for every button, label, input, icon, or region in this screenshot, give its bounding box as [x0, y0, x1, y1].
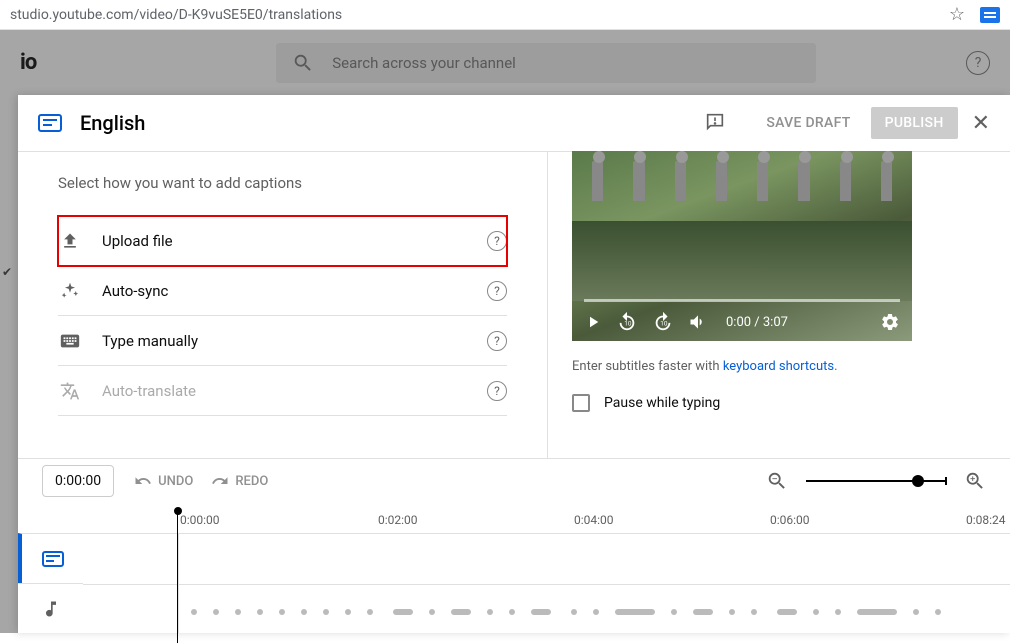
svg-text:10: 10 [624, 320, 632, 328]
dialog-header: English SAVE DRAFT PUBLISH ✕ [18, 95, 1010, 152]
auto-sync-icon [58, 281, 82, 301]
captions-track-icon[interactable] [18, 533, 83, 583]
playhead[interactable] [177, 509, 178, 643]
close-icon[interactable]: ✕ [972, 111, 990, 136]
zoom-controls [766, 470, 986, 492]
help-icon[interactable]: ? [487, 381, 507, 401]
track-area[interactable] [83, 533, 1010, 633]
current-time-input[interactable]: 0:00:00 [42, 465, 114, 497]
help-icon[interactable]: ? [487, 231, 507, 251]
dialog-title: English [80, 111, 145, 135]
save-draft-button[interactable]: SAVE DRAFT [752, 107, 864, 139]
settings-gear-icon[interactable] [880, 312, 900, 332]
dialog-body: Select how you want to add captions Uplo… [18, 152, 1010, 458]
bookmark-star-icon[interactable]: ☆ [949, 4, 965, 25]
timeline-tracks [18, 533, 1010, 633]
redo-button[interactable]: REDO [211, 472, 268, 490]
options-intro: Select how you want to add captions [58, 174, 507, 192]
track-icon-column [18, 533, 83, 633]
keyboard-shortcuts-link[interactable]: keyboard shortcuts [723, 359, 834, 374]
zoom-out-icon[interactable] [766, 470, 788, 492]
extension-icon[interactable] [980, 7, 1000, 23]
ruler-tick: 0:06:00 [770, 513, 810, 527]
feedback-icon[interactable] [704, 111, 728, 135]
option-auto-translate: Auto-translate ? [58, 366, 507, 416]
volume-icon[interactable] [688, 312, 708, 332]
ruler-tick: 0:02:00 [378, 513, 418, 527]
help-icon[interactable]: ? [487, 331, 507, 351]
preview-pane: 10 10 0:00 / 3:07 Enter subtitles faster… [548, 152, 1010, 458]
pause-label: Pause while typing [604, 395, 720, 411]
option-type-manually[interactable]: Type manually ? [58, 316, 507, 366]
option-upload-file[interactable]: Upload file ? [58, 216, 507, 266]
video-controls: 10 10 0:00 / 3:07 [572, 303, 912, 341]
pause-while-typing-row[interactable]: Pause while typing [572, 394, 1010, 412]
caption-method-list: Upload file ? Auto-sync ? Type manually … [58, 216, 507, 416]
svg-text:10: 10 [660, 320, 668, 328]
audio-waveform [183, 601, 1010, 621]
audio-track-icon[interactable] [18, 583, 83, 633]
captions-dialog: English SAVE DRAFT PUBLISH ✕ Select how … [18, 95, 1010, 633]
option-auto-sync[interactable]: Auto-sync ? [58, 266, 507, 316]
publish-button[interactable]: PUBLISH [871, 107, 958, 139]
video-time: 0:00 / 3:07 [726, 315, 788, 330]
undo-button[interactable]: UNDO [134, 472, 193, 490]
option-label: Auto-sync [102, 282, 168, 300]
browser-url-bar: studio.youtube.com/video/D-K9vuSE5E0/tra… [0, 0, 1010, 30]
captions-icon [38, 114, 62, 132]
options-pane: Select how you want to add captions Uplo… [18, 152, 548, 458]
ruler-tick: 0:08:24 [966, 513, 1006, 527]
zoom-in-icon[interactable] [964, 470, 986, 492]
option-label: Upload file [102, 232, 173, 250]
rewind-10-icon[interactable]: 10 [616, 311, 638, 333]
ruler-tick: 0:00:00 [180, 513, 220, 527]
zoom-slider[interactable] [806, 480, 946, 482]
option-label: Type manually [102, 332, 198, 350]
play-icon[interactable] [584, 313, 602, 331]
option-label: Auto-translate [102, 382, 196, 400]
translate-icon [58, 381, 82, 401]
forward-10-icon[interactable]: 10 [652, 311, 674, 333]
timeline-ruler[interactable]: 0:00:00 0:02:00 0:04:00 0:06:00 0:08:24 [18, 503, 1010, 533]
video-preview[interactable]: 10 10 0:00 / 3:07 [572, 151, 912, 341]
timeline-controls: 0:00:00 UNDO REDO [18, 458, 1010, 503]
pause-checkbox[interactable] [572, 394, 590, 412]
upload-icon [58, 231, 82, 251]
help-icon[interactable]: ? [487, 281, 507, 301]
url-text: studio.youtube.com/video/D-K9vuSE5E0/tra… [10, 7, 949, 23]
ruler-tick: 0:04:00 [574, 513, 614, 527]
progress-bar[interactable] [584, 299, 900, 302]
keyboard-hint: Enter subtitles faster with keyboard sho… [572, 359, 1010, 374]
keyboard-icon [58, 330, 82, 352]
